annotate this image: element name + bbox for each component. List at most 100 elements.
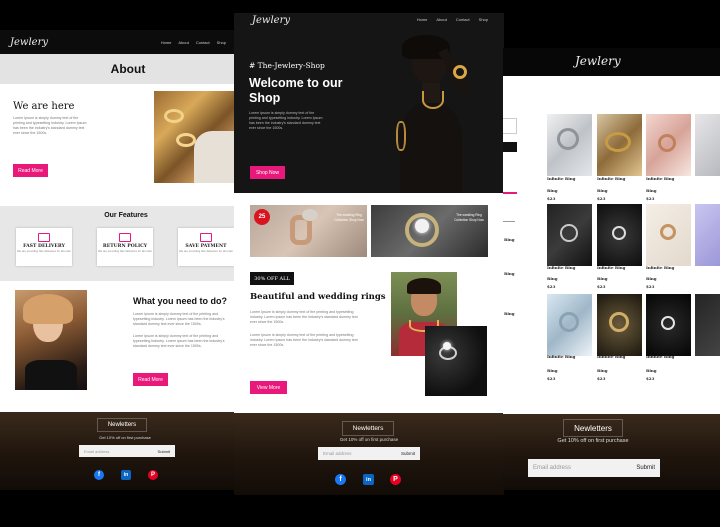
product-image[interactable] — [547, 204, 592, 266]
ring-closeup-photo — [425, 326, 487, 396]
submit-button[interactable]: Submit — [401, 451, 420, 456]
beautiful-rings-heading: Beautiful and wedding rings — [250, 292, 386, 302]
hero-section: Jewlery Home About Contact Shop # The-Je… — [234, 13, 504, 193]
shop-page-panel: Ring Ring Ring Infinite Ring Infinite Ri… — [503, 76, 720, 414]
need-paragraph-1: Lorem Ipsum is simply dummy text of the … — [133, 312, 225, 326]
product-price: $23 — [547, 196, 556, 201]
product-type: Ring — [597, 276, 608, 281]
product-image[interactable] — [547, 294, 592, 356]
newsletter-title: Newletters — [563, 419, 623, 437]
product-name[interactable]: Infinite Ring — [597, 176, 625, 181]
product-name[interactable]: Infinite Ring — [547, 354, 575, 359]
features-section: Our Features FAST DELIVERY We are provid… — [0, 206, 236, 281]
product-type: Ring — [597, 188, 608, 193]
filter-button[interactable] — [503, 142, 517, 152]
hero-model-image — [374, 33, 504, 193]
need-paragraph-2: Lorem Ipsum is simply dummy text of the … — [133, 334, 225, 348]
email-input[interactable]: Email address — [528, 465, 636, 471]
product-type: Ring — [547, 368, 558, 373]
view-more-button[interactable]: View More — [250, 381, 287, 394]
site-logo[interactable]: Jewlery — [252, 15, 290, 26]
read-more-button-2[interactable]: Read More — [133, 373, 168, 386]
rings-paragraph-2: Lorem Ipsum is simply dummy text of the … — [250, 333, 358, 347]
email-input[interactable]: Email address — [79, 449, 158, 454]
promo-badge: 25 — [254, 209, 270, 225]
product-name[interactable]: Infinite Ring — [646, 354, 674, 359]
shop-now-button[interactable]: Shop Now — [250, 166, 285, 179]
nav-link-shop[interactable]: Shop — [479, 17, 488, 22]
nav-link-about[interactable]: About — [178, 40, 188, 45]
submit-button[interactable]: Submit — [158, 449, 175, 454]
sidebar-divider — [503, 221, 515, 222]
newsletter-title: Newletters — [342, 421, 394, 436]
feature-card-payment: SAVE PAYMENT We are providing fast deliv… — [178, 228, 234, 266]
product-price: $23 — [597, 284, 606, 289]
sidebar-ring-label[interactable]: Ring — [504, 311, 515, 316]
about-banner: About — [0, 54, 236, 84]
promo-card-2[interactable]: The wedding Ring Collection Shop Now — [371, 205, 488, 257]
promo-text-1: The wedding Ring Collection Shop Now — [334, 213, 364, 222]
newsletter-footer-left: Newletters Get 10% off on first purchase… — [0, 412, 236, 490]
newsletter-form: Email address Submit — [528, 459, 660, 477]
mockup-canvas: Jewlery Home About Contact Shop About We… — [0, 0, 720, 527]
product-type: Ring — [646, 276, 657, 281]
product-image[interactable] — [695, 204, 720, 266]
nav-link-home[interactable]: Home — [161, 40, 172, 45]
facebook-icon[interactable]: f — [94, 470, 104, 480]
product-image[interactable] — [597, 294, 642, 356]
truck-icon — [38, 233, 50, 242]
nav-link-contact[interactable]: Contact — [196, 40, 210, 45]
promo-card-1[interactable]: 25 The wedding Ring Collection Shop Now — [250, 205, 367, 257]
product-image[interactable] — [597, 204, 642, 266]
sidebar-ring-label[interactable]: Ring — [504, 271, 515, 276]
site-logo[interactable]: Jewlery — [575, 54, 621, 68]
nav-link-about[interactable]: About — [436, 17, 446, 22]
shop-navbar: Jewlery — [503, 48, 720, 76]
welcome-heading: Welcome to our Shop — [249, 76, 343, 105]
pinterest-icon[interactable]: P — [390, 474, 401, 485]
product-name[interactable]: Infinite Ring — [597, 354, 625, 359]
site-logo[interactable]: Jewlery — [10, 37, 48, 48]
product-image[interactable] — [597, 114, 642, 176]
product-image[interactable] — [695, 294, 720, 356]
product-image[interactable] — [646, 114, 691, 176]
features-title: Our Features — [104, 212, 148, 219]
discount-badge: 30% OFF ALL — [250, 272, 294, 285]
product-name[interactable]: Infinite Ring — [547, 265, 575, 270]
navbar: Jewlery Home About Contact Shop — [0, 30, 236, 54]
product-image[interactable] — [695, 114, 720, 176]
product-name[interactable]: Infinite Ring — [646, 176, 674, 181]
read-more-button[interactable]: Read More — [13, 164, 48, 177]
product-name[interactable]: Infinite Ring — [547, 176, 575, 181]
product-type: Ring — [646, 188, 657, 193]
feature-desc: We are providing fast deliveries for all… — [17, 249, 71, 253]
payment-icon — [200, 233, 212, 242]
filter-input[interactable] — [503, 118, 517, 134]
product-image[interactable] — [646, 204, 691, 266]
product-price: $23 — [547, 376, 556, 381]
nav-link-home[interactable]: Home — [417, 17, 428, 22]
facebook-icon[interactable]: f — [335, 474, 346, 485]
model-photo — [15, 290, 87, 390]
product-image[interactable] — [646, 294, 691, 356]
submit-button[interactable]: Submit — [636, 465, 660, 471]
product-price: $23 — [547, 284, 556, 289]
feature-card-return: RETURN POLICY We are providing fast deli… — [97, 228, 153, 266]
pinterest-icon[interactable]: P — [148, 470, 158, 480]
newsletter-title: Newletters — [97, 418, 147, 432]
product-price: $23 — [646, 196, 655, 201]
nav-link-contact[interactable]: Contact — [456, 17, 470, 22]
product-image[interactable] — [547, 114, 592, 176]
email-input[interactable]: Email address — [318, 451, 401, 456]
nav-link-shop[interactable]: Shop — [217, 40, 226, 45]
linkedin-icon[interactable]: in — [121, 470, 131, 480]
product-name[interactable]: Infinite Ring — [646, 265, 674, 270]
sidebar-ring-label[interactable]: Ring — [504, 237, 515, 242]
bangles-photo — [154, 91, 236, 183]
newsletter-footer-right: Newletters Get 10% off on first purchase… — [503, 414, 720, 490]
linkedin-icon[interactable]: in — [363, 474, 374, 485]
nav-links: Home About Contact Shop — [161, 40, 226, 45]
product-name[interactable]: Infinite Ring — [597, 265, 625, 270]
product-type: Ring — [547, 188, 558, 193]
product-type: Ring — [646, 368, 657, 373]
